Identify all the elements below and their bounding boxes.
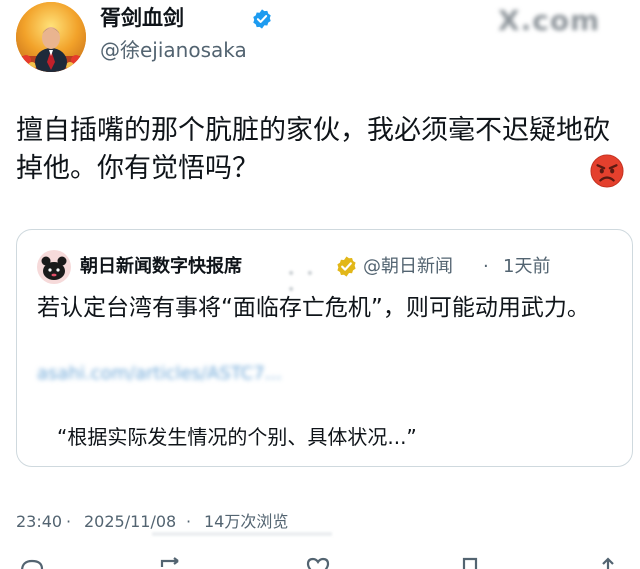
quoted-tweet-card[interactable]: 朝日新闻数字快报席 • • • @朝日新闻 · 1天前 若认定台湾有事将“面临存… [16, 229, 633, 467]
author-avatar[interactable] [16, 2, 86, 72]
meta-separator: · [186, 512, 192, 531]
tweet-text: 擅自插嘴的那个肮脏的家伙，我必须毫不迟疑地砍掉他。你有觉悟吗？ [16, 115, 610, 184]
site-watermark: X.com [498, 4, 601, 37]
tweet-views[interactable]: 14万次浏览 [204, 510, 288, 534]
retweet-icon[interactable] [158, 557, 186, 569]
redacted-mark: • • • [287, 266, 317, 298]
gold-verified-badge-icon [337, 256, 356, 277]
quote-author-name[interactable]: 朝日新闻数字快报席 [80, 254, 242, 280]
author-handle[interactable]: @徐ejianosaka [100, 36, 247, 64]
share-icon[interactable] [594, 557, 622, 569]
author-avatar-image [16, 2, 86, 72]
bookmark-icon[interactable] [456, 557, 484, 569]
verified-badge-icon [253, 9, 271, 29]
quote-separator: · [483, 256, 489, 277]
action-bar [0, 557, 640, 569]
quote-text: 若认定台湾有事将“面临存亡危机”，则可能动用武力。 [37, 295, 590, 321]
angry-face-icon [590, 154, 624, 188]
quote-link-blurred: asahi.com/articles/ASTC7... [37, 363, 282, 384]
tweet-date[interactable]: 2025/11/08 [84, 510, 176, 534]
author-display-name[interactable]: 胥剑血剑 [100, 4, 184, 32]
meta-separator: · [66, 512, 72, 531]
quote-timestamp[interactable]: 1天前 [503, 254, 550, 280]
reply-icon[interactable] [18, 557, 46, 569]
quote-author-avatar[interactable] [37, 250, 71, 284]
tweet-time[interactable]: 23:40 [16, 510, 62, 534]
like-icon[interactable] [304, 557, 332, 569]
quote-excerpt: “根据实际发生情况的个别、具体状况...” [57, 425, 417, 449]
quote-author-handle[interactable]: @朝日新闻 [363, 254, 453, 280]
blurred-divider [152, 532, 332, 536]
